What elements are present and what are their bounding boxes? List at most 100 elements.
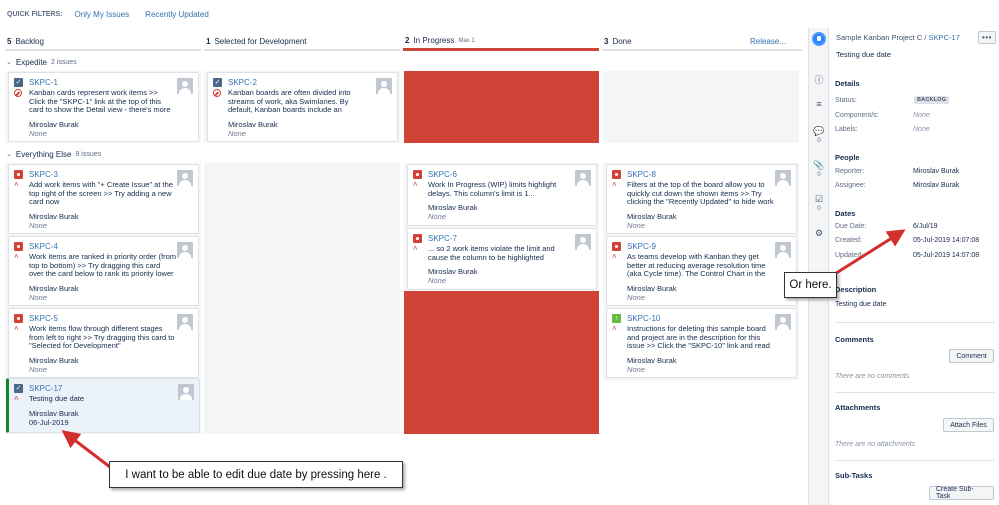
- card-assignee: Miroslav Burak: [228, 120, 278, 129]
- chevron-down-icon: ⌄: [6, 59, 12, 66]
- swimlane-count: 2 issues: [51, 58, 77, 66]
- card-key[interactable]: SKPC-4: [29, 242, 176, 252]
- card-key[interactable]: SKPC-9: [627, 242, 774, 252]
- column-count: 3: [604, 36, 609, 46]
- card-due-date: None: [627, 365, 645, 374]
- bug-icon: [413, 234, 422, 243]
- quick-filter-recently-updated[interactable]: Recently Updated: [145, 10, 209, 19]
- attachment-icon[interactable]: 📎: [813, 159, 825, 171]
- annotation-callout-right: Or here.: [784, 272, 837, 298]
- card-assignee: Miroslav Burak: [428, 203, 478, 212]
- quick-filters-bar: QUICK FILTERS: Only My Issues Recently U…: [0, 0, 808, 28]
- card-skpc-10[interactable]: ↑ ˄ SKPC-10 Instructions for deleting th…: [606, 308, 797, 378]
- info-icon[interactable]: ⓘ: [813, 73, 825, 85]
- card-due-date: None: [627, 293, 645, 302]
- column-name: Backlog: [15, 36, 44, 46]
- column-count: 1: [206, 36, 211, 46]
- column-name: Done: [612, 36, 632, 46]
- column-count: 5: [7, 36, 12, 46]
- column-header-selected: 1 Selected for Development: [204, 33, 400, 51]
- card-skpc-4[interactable]: ˄ SKPC-4 Work items are ranked in priori…: [8, 236, 199, 306]
- card-key[interactable]: SKPC-6: [428, 170, 574, 180]
- updated-label: Updated:: [835, 252, 864, 259]
- assignee-value[interactable]: Miroslav Burak: [913, 182, 959, 189]
- card-key[interactable]: SKPC-3: [29, 170, 176, 180]
- breadcrumb-issue-key[interactable]: SKPC-17: [929, 33, 960, 42]
- card-key[interactable]: SKPC-2: [228, 78, 375, 88]
- swimlane-name: Everything Else: [15, 149, 72, 159]
- card-assignee: Miroslav Burak: [627, 284, 677, 293]
- description-value[interactable]: Testing due date: [835, 301, 886, 308]
- card-summary: Testing due date: [29, 395, 85, 403]
- column-count: 2: [405, 36, 410, 45]
- comment-icon[interactable]: 💬: [813, 125, 825, 137]
- assignee-label: Assignee:: [835, 182, 866, 189]
- description-heading: Description: [835, 285, 877, 294]
- status-badge[interactable]: BACKLOG: [914, 96, 950, 104]
- more-actions-button[interactable]: •••: [978, 31, 996, 44]
- avatar: [177, 242, 193, 258]
- card-key[interactable]: SKPC-17: [29, 384, 177, 394]
- release-link[interactable]: Release...: [750, 37, 786, 46]
- card-summary: Instructions for deleting this sample bo…: [627, 325, 770, 351]
- card-key[interactable]: SKPC-8: [627, 170, 774, 180]
- card-skpc-17[interactable]: ✓ ˄ SKPC-17 Testing due date Miroslav Bu…: [6, 378, 200, 433]
- major-priority-icon: ˄: [413, 244, 418, 253]
- people-heading: People: [835, 153, 860, 162]
- comments-count: 0: [817, 138, 821, 144]
- bug-icon: [413, 170, 422, 179]
- card-key[interactable]: SKPC-5: [29, 314, 176, 324]
- quick-filters-label: QUICK FILTERS:: [7, 10, 63, 18]
- card-summary: Work items are ranked in priority order …: [29, 253, 176, 278]
- avatar: [178, 384, 194, 400]
- card-due-date[interactable]: 06-Jul-2019: [29, 418, 177, 427]
- due-date-value[interactable]: 6/Jul/19: [913, 223, 938, 230]
- card-skpc-8[interactable]: ˄ SKPC-8 Filters at the top of the board…: [606, 164, 797, 234]
- card-assignee: Miroslav Burak: [29, 211, 79, 221]
- card-skpc-2[interactable]: ✓ SKPC-2 Kanban boards are often divided…: [207, 72, 398, 142]
- settings-icon[interactable]: ⚙: [813, 227, 825, 239]
- major-priority-icon: ˄: [14, 180, 19, 189]
- wip-max-label: Max 1: [458, 37, 475, 44]
- card-skpc-7[interactable]: ˄ SKPC-7 ... so 2 work items violate the…: [407, 228, 597, 290]
- card-key[interactable]: SKPC-1: [29, 78, 176, 88]
- subtasks-icon[interactable]: ☑: [813, 193, 825, 205]
- card-summary: ... so 2 work items violate the limit an…: [428, 245, 555, 262]
- card-summary: Add work items with "+ Create Issue" at …: [29, 181, 173, 206]
- due-date-label: Due Date:: [835, 223, 867, 230]
- swimlane-everything-else-header[interactable]: ⌄ Everything Else 9 issues: [6, 148, 101, 160]
- task-icon: ✓: [14, 78, 23, 87]
- divider: [835, 322, 995, 323]
- card-assignee: Miroslav Burak: [428, 267, 478, 276]
- bug-icon: [612, 170, 621, 179]
- attach-files-button[interactable]: Attach Files: [943, 418, 994, 432]
- blocker-priority-icon: [213, 89, 221, 97]
- issue-title[interactable]: Testing due date: [836, 50, 891, 59]
- swimlane-expedite-header[interactable]: ⌄ Expedite 2 issues: [6, 56, 77, 68]
- column-name: In Progress: [413, 36, 455, 45]
- quick-filter-only-my-issues[interactable]: Only My Issues: [74, 10, 129, 19]
- comment-button[interactable]: Comment: [949, 349, 994, 363]
- card-skpc-3[interactable]: ˄ SKPC-3 Add work items with "+ Create I…: [8, 164, 199, 234]
- reporter-value[interactable]: Miroslav Burak: [913, 168, 959, 175]
- card-skpc-1[interactable]: ✓ SKPC-1 Kanban cards represent work ite…: [8, 72, 199, 142]
- bug-icon: [14, 314, 23, 323]
- card-skpc-5[interactable]: ˄ SKPC-5 Work items flow through differe…: [8, 308, 199, 378]
- major-priority-icon: ˄: [413, 180, 418, 189]
- avatar: [177, 78, 193, 94]
- description-icon[interactable]: ≡: [813, 98, 825, 110]
- column-cell-done-expedite: [603, 71, 799, 143]
- components-value[interactable]: None: [913, 112, 930, 119]
- column-header-done: 3 Done Release...: [602, 33, 802, 51]
- card-due-date: None: [29, 364, 47, 374]
- create-subtask-button[interactable]: Create Sub-Task: [929, 486, 994, 500]
- card-skpc-6[interactable]: ˄ SKPC-6 Work In Progress (WIP) limits h…: [407, 164, 597, 226]
- card-due-date: None: [29, 292, 47, 302]
- comments-heading: Comments: [835, 335, 874, 344]
- card-skpc-9[interactable]: ˄ SKPC-9 As teams develop with Kanban th…: [606, 236, 797, 306]
- card-key[interactable]: SKPC-10: [627, 314, 774, 324]
- card-assignee: Miroslav Burak: [29, 120, 79, 129]
- labels-value[interactable]: None: [913, 126, 930, 133]
- breadcrumb-project[interactable]: Sample Kanban Project C: [836, 33, 922, 42]
- card-key[interactable]: SKPC-7: [428, 234, 574, 244]
